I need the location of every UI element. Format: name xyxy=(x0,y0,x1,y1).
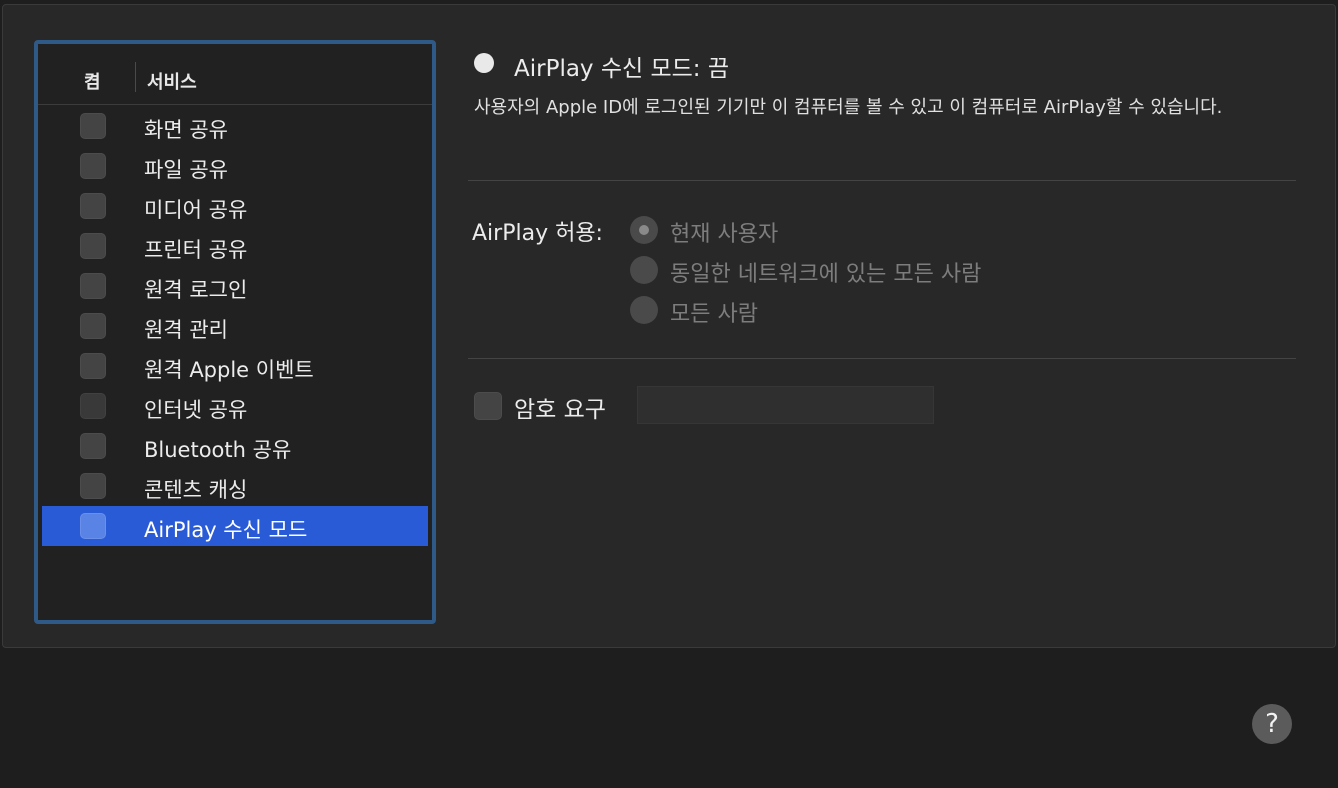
service-row-remote-login[interactable]: 원격 로그인 xyxy=(42,266,428,306)
section-divider xyxy=(468,358,1296,359)
service-row-bluetooth-sharing[interactable]: Bluetooth 공유 xyxy=(42,426,428,466)
service-checkbox[interactable] xyxy=(80,353,106,379)
service-checkbox[interactable] xyxy=(80,393,106,419)
radio-everyone[interactable] xyxy=(630,296,658,324)
radio-label-everyone: 모든 사람 xyxy=(670,302,758,327)
service-row-internet-sharing[interactable]: 인터넷 공유 xyxy=(42,386,428,426)
service-checkbox[interactable] xyxy=(80,313,106,339)
service-row-printer-sharing[interactable]: 프린터 공유 xyxy=(42,226,428,266)
services-rows: 화면 공유 파일 공유 미디어 공유 프린터 공유 원격 로그인 원격 관리 원… xyxy=(42,106,428,546)
service-row-media-sharing[interactable]: 미디어 공유 xyxy=(42,186,428,226)
service-label: 화면 공유 xyxy=(144,118,228,142)
service-label: 원격 로그인 xyxy=(144,278,248,302)
service-label: 프린터 공유 xyxy=(144,238,248,262)
column-header-on[interactable]: 켬 xyxy=(84,68,101,94)
service-label: Bluetooth 공유 xyxy=(144,438,292,462)
service-status-title: AirPlay 수신 모드: 끔 xyxy=(514,56,730,82)
service-label: 파일 공유 xyxy=(144,158,228,182)
service-checkbox[interactable] xyxy=(80,473,106,499)
services-list[interactable]: 켬 서비스 화면 공유 파일 공유 미디어 공유 프린터 공유 원격 로그인 원… xyxy=(34,40,436,624)
radio-label-same-network: 동일한 네트워크에 있는 모든 사람 xyxy=(670,262,982,287)
services-list-header: 켬 서비스 xyxy=(38,44,432,105)
service-checkbox[interactable] xyxy=(80,433,106,459)
service-label: 원격 관리 xyxy=(144,318,228,342)
service-label: 콘텐츠 캐싱 xyxy=(144,478,248,502)
service-row-content-caching[interactable]: 콘텐츠 캐싱 xyxy=(42,466,428,506)
help-button[interactable]: ? xyxy=(1252,704,1292,744)
service-checkbox[interactable] xyxy=(80,273,106,299)
status-indicator-icon xyxy=(474,53,494,73)
service-row-airplay-receiver[interactable]: AirPlay 수신 모드 xyxy=(42,506,428,546)
radio-current-user[interactable] xyxy=(630,216,658,244)
service-checkbox[interactable] xyxy=(80,113,106,139)
radio-same-network[interactable] xyxy=(630,256,658,284)
service-checkbox[interactable] xyxy=(80,233,106,259)
require-password-label[interactable]: 암호 요구 xyxy=(514,390,606,424)
sharing-preferences-window: 켬 서비스 화면 공유 파일 공유 미디어 공유 프린터 공유 원격 로그인 원… xyxy=(0,0,1338,788)
radio-label-current-user: 현재 사용자 xyxy=(670,222,779,247)
require-password-checkbox[interactable] xyxy=(474,392,502,420)
column-separator xyxy=(135,62,136,92)
service-checkbox[interactable] xyxy=(80,193,106,219)
service-label: 인터넷 공유 xyxy=(144,398,248,422)
service-checkbox[interactable] xyxy=(80,153,106,179)
section-divider xyxy=(468,180,1296,181)
service-label: 원격 Apple 이벤트 xyxy=(144,358,314,382)
service-row-remote-apple-events[interactable]: 원격 Apple 이벤트 xyxy=(42,346,428,386)
service-status-description: 사용자의 Apple ID에 로그인된 기기만 이 컴퓨터를 볼 수 있고 이 … xyxy=(474,97,1223,118)
service-label: AirPlay 수신 모드 xyxy=(144,518,308,542)
service-checkbox[interactable] xyxy=(80,513,106,539)
column-header-service[interactable]: 서비스 xyxy=(147,68,197,94)
service-row-screen-sharing[interactable]: 화면 공유 xyxy=(42,106,428,146)
service-row-file-sharing[interactable]: 파일 공유 xyxy=(42,146,428,186)
service-label: 미디어 공유 xyxy=(144,198,248,222)
password-field[interactable] xyxy=(637,386,934,424)
service-row-remote-management[interactable]: 원격 관리 xyxy=(42,306,428,346)
airplay-allow-label: AirPlay 허용: xyxy=(472,221,603,246)
